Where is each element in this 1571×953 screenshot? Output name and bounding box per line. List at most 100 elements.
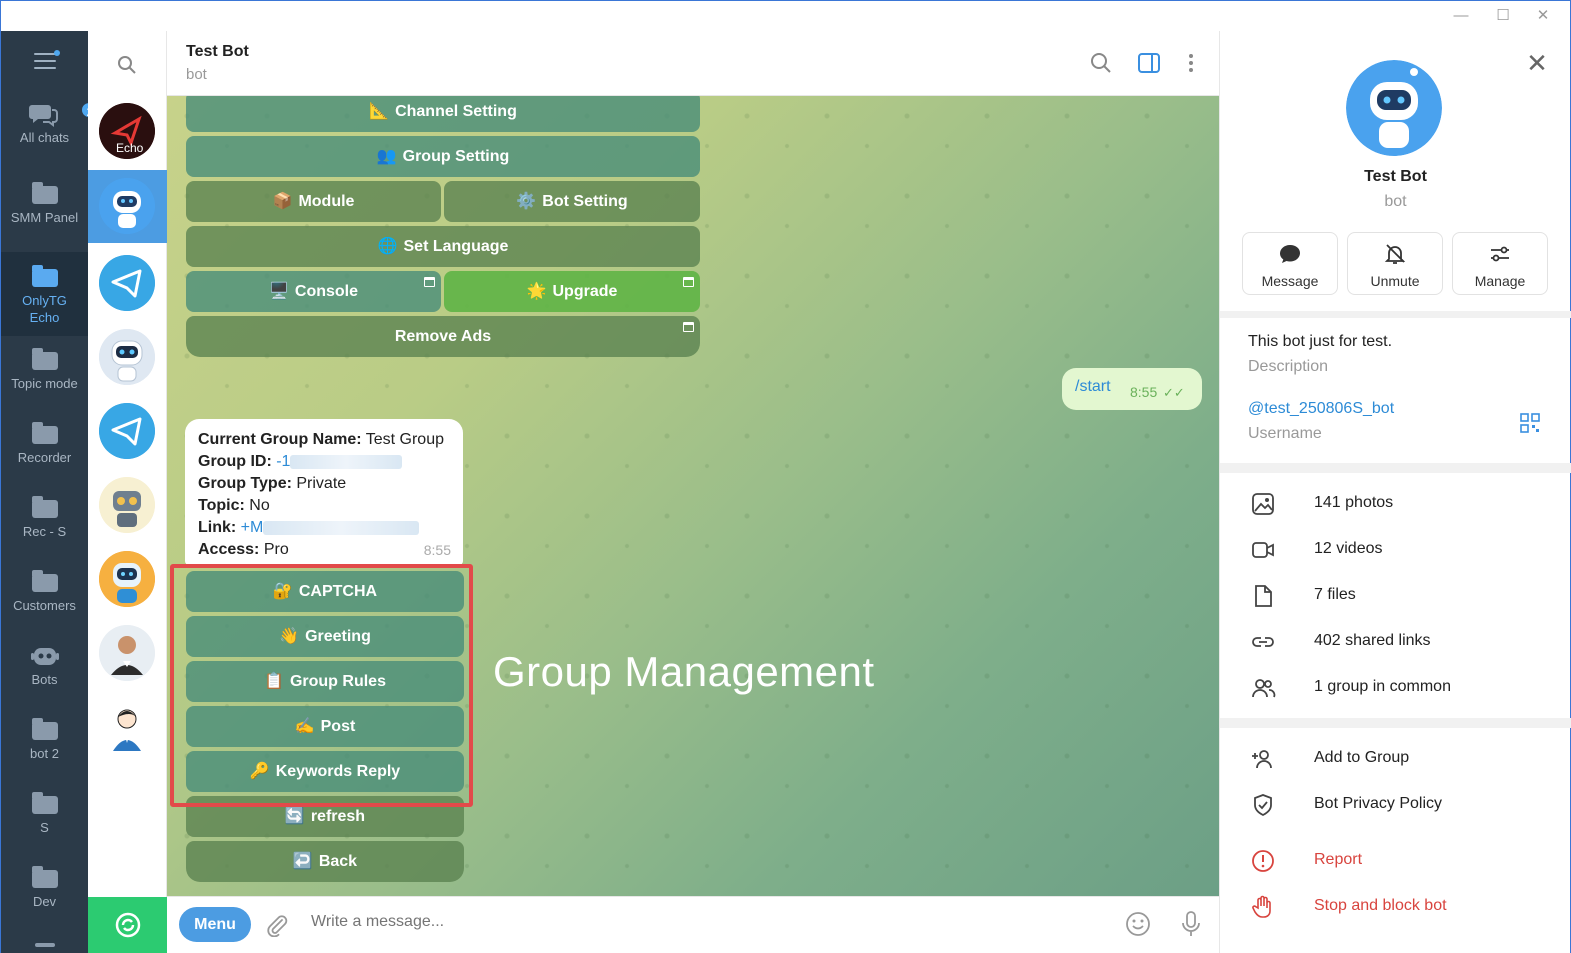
group-id-line: Group ID: -1 xyxy=(198,451,463,473)
folder-label: OnlyTG Echo xyxy=(22,293,67,325)
status-button[interactable] xyxy=(88,897,167,953)
manage-action-button[interactable]: Manage xyxy=(1452,232,1548,295)
row-label: Stop and block bot xyxy=(1314,897,1447,914)
folder-topic-mode[interactable]: Topic mode xyxy=(1,348,88,409)
module-button[interactable]: 📦 Module xyxy=(186,181,441,222)
chat-item[interactable] xyxy=(88,697,167,770)
outgoing-message[interactable]: /start 8:55 ✓✓ xyxy=(1062,368,1202,410)
group-setting-button[interactable]: 👥 Group Setting xyxy=(186,136,700,177)
close-panel-icon[interactable]: ✕ xyxy=(1525,50,1549,76)
field-label: Group ID: xyxy=(198,453,272,470)
microphone-icon[interactable] xyxy=(1179,910,1203,938)
button-label: Group Setting xyxy=(402,148,510,165)
row-label: 402 shared links xyxy=(1314,632,1431,649)
folder-label: All chats xyxy=(19,130,70,145)
more-folders-indicator xyxy=(35,943,55,947)
more-options-icon[interactable] xyxy=(1179,51,1203,75)
folder-bots[interactable]: Bots xyxy=(1,645,88,705)
button-label: Upgrade xyxy=(552,283,618,300)
folder-bot-2[interactable]: bot 2 xyxy=(1,718,88,779)
sidebar-toggle-icon[interactable] xyxy=(1137,51,1161,75)
alert-icon xyxy=(1252,850,1274,872)
chat-item[interactable]: Echo xyxy=(88,101,167,174)
shared-photos-row[interactable]: 141 photos xyxy=(1220,484,1571,524)
redacted-text xyxy=(263,520,420,535)
chat-item[interactable] xyxy=(88,475,167,548)
bot-username[interactable]: @test_250806S_bot xyxy=(1248,400,1394,418)
web-app-icon xyxy=(424,277,435,287)
chat-item[interactable] xyxy=(88,401,167,474)
folder-rec-s[interactable]: Rec - S xyxy=(1,496,88,557)
chat-item[interactable] xyxy=(88,623,167,696)
unmute-action-button[interactable]: Unmute xyxy=(1347,232,1443,295)
divider xyxy=(1220,463,1571,473)
search-icon[interactable] xyxy=(1089,51,1113,75)
topic-value: No xyxy=(249,497,270,514)
chat-item[interactable] xyxy=(88,549,167,622)
bell-off-icon xyxy=(1384,244,1406,264)
echo-avatar: Echo xyxy=(99,103,155,159)
profile-panel: ✕ Test Bot bot Message Unmute Manage Thi… xyxy=(1219,31,1571,953)
groups-in-common-row[interactable]: 1 group in common xyxy=(1220,668,1571,708)
search-icon[interactable] xyxy=(117,55,137,75)
chat-item[interactable] xyxy=(88,253,167,326)
field-label: Current Group Name: xyxy=(198,431,362,448)
bot-menu-button[interactable]: Menu xyxy=(179,907,251,942)
command-link[interactable]: /start xyxy=(1075,378,1111,396)
invite-link[interactable]: +M xyxy=(241,519,264,536)
console-button[interactable]: 🖥️ Console xyxy=(186,271,441,312)
folder-recorder[interactable]: Recorder xyxy=(1,422,88,483)
chat-item-selected[interactable] xyxy=(88,170,167,243)
folder-all-chats[interactable]: 29 All chats xyxy=(1,101,88,163)
qr-code-icon[interactable] xyxy=(1520,413,1540,433)
shared-videos-row[interactable]: 12 videos xyxy=(1220,530,1571,570)
folder-onlytg-echo[interactable]: OnlyTG Echo xyxy=(1,252,88,336)
folder-smm-panel[interactable]: SMM Panel xyxy=(1,182,88,243)
folder-s[interactable]: S xyxy=(1,792,88,853)
add-to-group-row[interactable]: Add to Group xyxy=(1220,739,1571,779)
button-label: Back xyxy=(318,853,358,870)
back-button[interactable]: ↩️ Back xyxy=(186,841,464,882)
folder-dev[interactable]: Dev xyxy=(1,866,88,927)
action-label: Manage xyxy=(1474,273,1526,289)
users-icon xyxy=(1252,679,1276,698)
chat-title[interactable]: Test Bot xyxy=(186,43,249,61)
topic-line: Topic: No xyxy=(198,495,463,517)
chat-item[interactable] xyxy=(88,327,167,400)
attach-icon[interactable] xyxy=(265,913,289,937)
incoming-message[interactable]: Current Group Name: Test Group Group ID:… xyxy=(185,419,463,565)
folder-customers[interactable]: Customers xyxy=(1,570,88,631)
block-bot-row[interactable]: Stop and block bot xyxy=(1220,887,1571,927)
emoji-icon[interactable] xyxy=(1125,911,1151,937)
profile-avatar[interactable] xyxy=(1346,60,1442,156)
message-action-button[interactable]: Message xyxy=(1242,232,1338,295)
remove-ads-button[interactable]: Remove Ads xyxy=(186,316,700,357)
message-input[interactable] xyxy=(311,913,1091,931)
bot-setting-button[interactable]: ⚙️ Bot Setting xyxy=(444,181,700,222)
button-label: Bot Setting xyxy=(542,193,628,210)
shared-links-row[interactable]: 402 shared links xyxy=(1220,622,1571,662)
profile-subtitle: bot xyxy=(1384,193,1407,210)
shared-files-row[interactable]: 7 files xyxy=(1220,576,1571,616)
button-label: Remove Ads xyxy=(394,328,492,345)
maximize-button[interactable]: ☐ xyxy=(1488,5,1518,27)
group-id-value[interactable]: -1 xyxy=(276,453,290,470)
privacy-policy-row[interactable]: Bot Privacy Policy xyxy=(1220,785,1571,825)
report-row[interactable]: Report xyxy=(1220,841,1571,881)
svg-text:Echo: Echo xyxy=(116,141,144,155)
close-window-button[interactable]: ✕ xyxy=(1528,5,1558,27)
upgrade-button[interactable]: 🌟 Upgrade xyxy=(444,271,700,312)
row-label: Report xyxy=(1314,851,1363,868)
minimize-button[interactable]: — xyxy=(1446,5,1476,27)
folder-label: SMM Panel xyxy=(10,210,79,225)
web-app-icon xyxy=(683,277,694,287)
action-label: Message xyxy=(1261,273,1319,289)
folder-label: Topic mode xyxy=(11,376,78,391)
main-menu-icon[interactable] xyxy=(34,50,60,71)
set-language-button[interactable]: 🌐 Set Language xyxy=(186,226,700,267)
channel-setting-button[interactable]: 📐 Channel Setting xyxy=(186,96,700,132)
read-check-icon: ✓✓ xyxy=(1163,385,1185,400)
star-icon: 🌟 xyxy=(526,283,547,300)
chats-icon: 29 xyxy=(28,101,88,127)
folder-icon xyxy=(31,570,58,592)
